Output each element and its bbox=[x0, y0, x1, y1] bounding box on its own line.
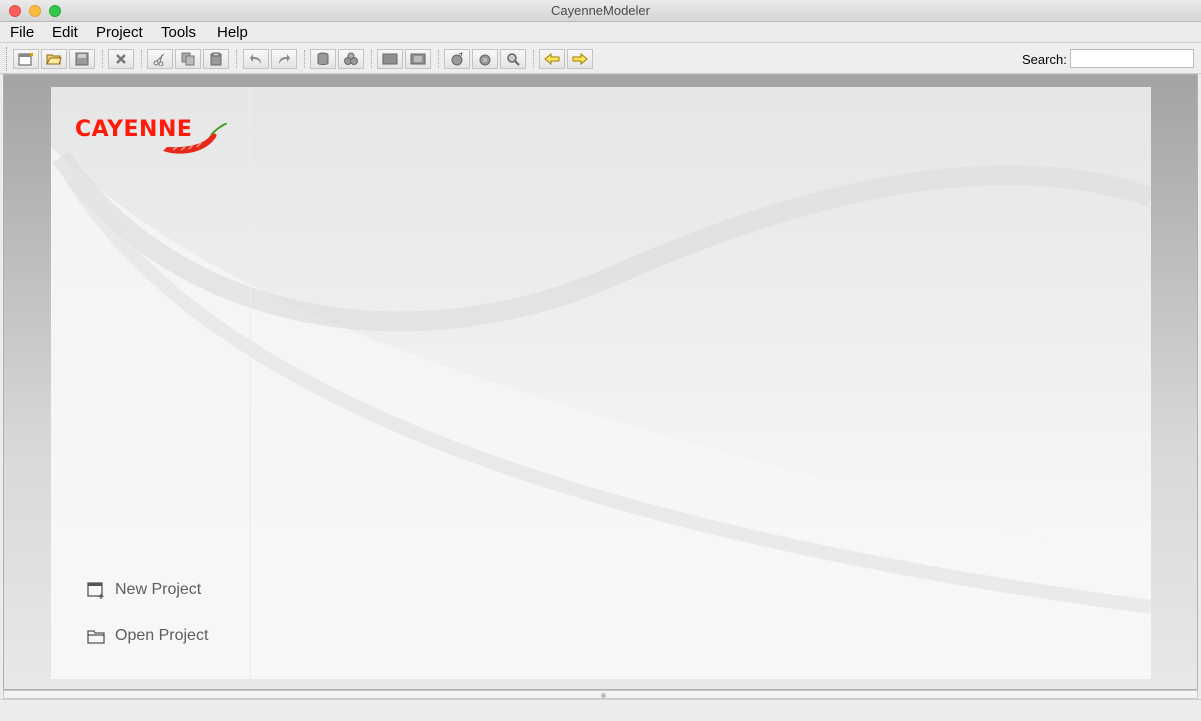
new-project-link[interactable]: New Project bbox=[87, 581, 201, 599]
create-procedure-icon bbox=[451, 52, 463, 66]
chili-pepper-icon bbox=[163, 123, 227, 154]
redo-button[interactable] bbox=[271, 49, 297, 69]
split-divider[interactable] bbox=[3, 690, 1198, 699]
create-datanode-icon bbox=[344, 52, 358, 65]
toolbar-separator bbox=[304, 50, 305, 68]
create-query-button[interactable] bbox=[472, 49, 498, 69]
app-window: CayenneModeler File Edit Project Tools H… bbox=[0, 0, 1201, 721]
menu-bar: File Edit Project Tools Help bbox=[0, 22, 1201, 43]
navigate-back-button[interactable] bbox=[539, 49, 565, 69]
menu-file[interactable]: File bbox=[10, 24, 34, 41]
create-datamap-icon bbox=[317, 52, 329, 65]
save-button[interactable] bbox=[69, 49, 95, 69]
copy-button[interactable] bbox=[175, 49, 201, 69]
menu-tools[interactable]: Tools bbox=[161, 24, 196, 41]
divider-handle[interactable] bbox=[601, 693, 606, 698]
create-procedure-button[interactable] bbox=[444, 49, 470, 69]
new-project-icon bbox=[18, 52, 34, 66]
navigate-back-icon bbox=[544, 53, 560, 65]
folder-icon bbox=[87, 629, 105, 644]
window-title: CayenneModeler bbox=[550, 3, 650, 18]
create-datanode-button[interactable] bbox=[338, 49, 364, 69]
new-project-button[interactable] bbox=[13, 49, 39, 69]
welcome-panel: CAYENNE New Project Open Project bbox=[51, 87, 1151, 679]
search-label: Search: bbox=[1022, 52, 1067, 67]
find-button[interactable] bbox=[500, 49, 526, 69]
save-icon bbox=[75, 52, 89, 66]
create-datamap-button[interactable] bbox=[310, 49, 336, 69]
cut-button[interactable] bbox=[147, 49, 173, 69]
undo-icon bbox=[250, 54, 261, 64]
background-swoosh bbox=[51, 87, 1151, 679]
toolbar-separator bbox=[102, 50, 103, 68]
remove-button[interactable] bbox=[108, 49, 134, 69]
paste-icon bbox=[210, 52, 222, 66]
new-project-icon bbox=[87, 581, 104, 599]
title-bar: CayenneModeler bbox=[0, 0, 1201, 22]
copy-icon bbox=[181, 52, 195, 66]
toolbar-grip[interactable] bbox=[6, 47, 8, 71]
find-icon bbox=[507, 53, 520, 66]
redo-icon bbox=[279, 54, 290, 64]
navigate-forward-icon bbox=[572, 53, 588, 65]
remove-icon bbox=[116, 54, 126, 64]
open-project-icon bbox=[46, 54, 62, 65]
create-objentity-icon bbox=[382, 53, 398, 65]
toolbar-separator bbox=[236, 50, 237, 68]
create-query-icon bbox=[479, 54, 491, 66]
toolbar-separator bbox=[141, 50, 142, 68]
open-project-link[interactable]: Open Project bbox=[87, 627, 208, 645]
toolbar bbox=[0, 44, 1201, 74]
create-dbentity-icon bbox=[410, 53, 426, 65]
cut-icon bbox=[153, 53, 165, 66]
undo-button[interactable] bbox=[243, 49, 269, 69]
create-dbentity-button[interactable] bbox=[405, 49, 431, 69]
status-bar bbox=[0, 699, 1201, 721]
paste-button[interactable] bbox=[203, 49, 229, 69]
toolbar-separator bbox=[371, 50, 372, 68]
navigate-forward-button[interactable] bbox=[567, 49, 593, 69]
menu-edit[interactable]: Edit bbox=[52, 24, 78, 41]
toolbar-separator bbox=[438, 50, 439, 68]
menu-project[interactable]: Project bbox=[96, 24, 143, 41]
open-project-label: Open Project bbox=[115, 627, 209, 644]
create-objentity-button[interactable] bbox=[377, 49, 403, 69]
open-project-button[interactable] bbox=[41, 49, 67, 69]
menu-help[interactable]: Help bbox=[217, 24, 248, 41]
search-input[interactable] bbox=[1070, 49, 1194, 68]
new-project-label: New Project bbox=[115, 581, 202, 598]
toolbar-separator bbox=[533, 50, 534, 68]
